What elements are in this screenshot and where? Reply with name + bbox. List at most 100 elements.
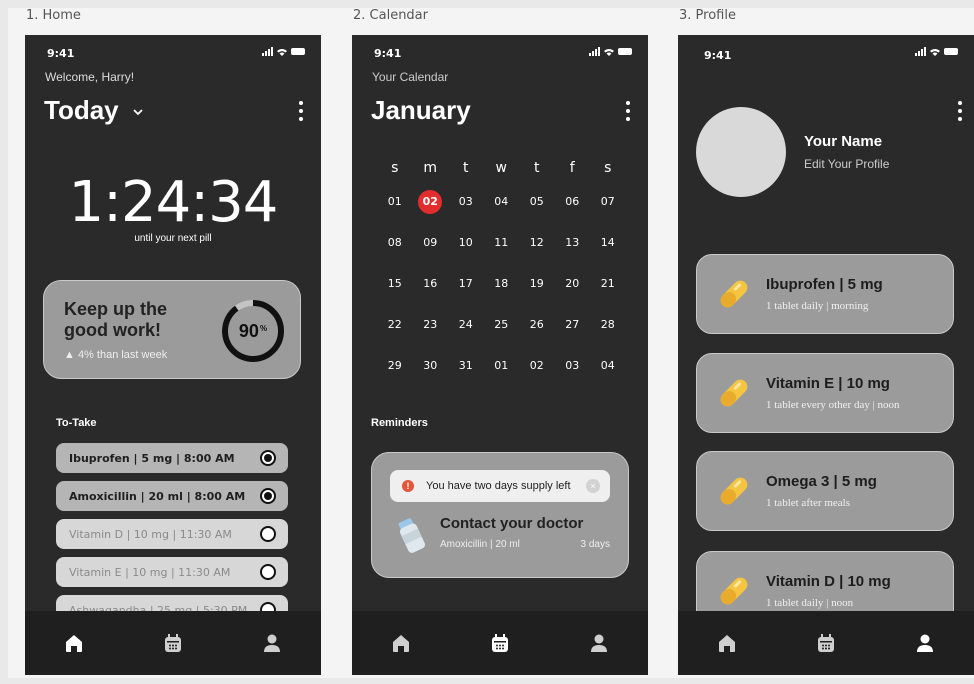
calendar-day-number: 12: [529, 236, 544, 249]
nav-home[interactable]: [54, 623, 94, 663]
weekday-label: t: [463, 160, 469, 176]
calendar-day[interactable]: 18: [484, 277, 520, 290]
to-take-label: Ibuprofen | 5 mg | 8:00 AM: [69, 451, 235, 465]
calendar-day[interactable]: 28: [590, 318, 626, 331]
close-icon[interactable]: ×: [586, 479, 600, 493]
calendar-day[interactable]: 07: [590, 195, 626, 208]
calendar-day-number: 02: [529, 359, 544, 372]
taken-radio[interactable]: [260, 488, 276, 504]
calendar-day[interactable]: 10: [448, 236, 484, 249]
month-title[interactable]: January: [371, 95, 471, 126]
day-selector[interactable]: Today: [44, 95, 144, 126]
calendar-day[interactable]: 26: [519, 318, 555, 331]
to-take-label: Vitamin E | 10 mg | 11:30 AM: [69, 565, 231, 579]
more-menu-icon[interactable]: [299, 101, 303, 121]
taken-radio[interactable]: [260, 564, 276, 580]
calendar-day-number: 03: [458, 195, 473, 208]
calendar-day[interactable]: 02: [519, 359, 555, 372]
calendar-day[interactable]: 12: [519, 236, 555, 249]
medication-dose: 1 tablet every other day | noon: [766, 399, 900, 411]
weekday-label: w: [495, 160, 507, 176]
avatar[interactable]: [696, 107, 786, 197]
nav-calendar[interactable]: [480, 623, 520, 663]
calendar-day[interactable]: 24: [448, 318, 484, 331]
calendar-day[interactable]: 04: [484, 195, 520, 208]
nav-profile[interactable]: [905, 623, 945, 663]
calendar-day[interactable]: 03: [555, 359, 591, 372]
medication-dose: 1 tablet daily | morning: [766, 300, 869, 312]
nav-profile[interactable]: [252, 623, 292, 663]
to-take-item[interactable]: Amoxicillin | 20 ml | 8:00 AM: [56, 481, 288, 511]
calendar-day[interactable]: 15: [377, 277, 413, 290]
reminder-title: Contact your doctor: [440, 515, 584, 532]
calendar-day-number: 07: [600, 195, 615, 208]
calendar-day[interactable]: 03: [448, 195, 484, 208]
nav-calendar[interactable]: [806, 623, 846, 663]
edit-profile-link[interactable]: Edit Your Profile: [804, 157, 889, 171]
to-take-item[interactable]: Ibuprofen | 5 mg | 8:00 AM: [56, 443, 288, 473]
medication-name: Vitamin E | 10 mg: [766, 375, 890, 392]
weekday-label: s: [391, 160, 399, 176]
taken-radio[interactable]: [260, 526, 276, 542]
calendar-day[interactable]: 31: [448, 359, 484, 372]
status-time: 9:41: [374, 47, 402, 60]
to-take-item[interactable]: Vitamin D | 10 mg | 11:30 AM: [56, 519, 288, 549]
calendar-day[interactable]: 11: [484, 236, 520, 249]
progress-title: Keep up the good work!: [64, 299, 168, 340]
medication-card[interactable]: Omega 3 | 5 mg 1 tablet after meals: [696, 451, 954, 531]
profile-icon: [916, 634, 933, 652]
calendar-day[interactable]: 05: [519, 195, 555, 208]
calendar-day-number: 01: [494, 359, 509, 372]
nav-home[interactable]: [381, 623, 421, 663]
calendar-day[interactable]: 04: [590, 359, 626, 372]
calendar-day-number: 21: [600, 277, 615, 290]
calendar-day[interactable]: 16: [413, 277, 449, 290]
weekday-label: s: [604, 160, 612, 176]
calendar-day-selected[interactable]: 02: [413, 189, 449, 214]
calendar-day[interactable]: 01: [377, 195, 413, 208]
calendar-week: 22 23 24 25 26 27 28: [377, 304, 639, 345]
calendar-day[interactable]: 13: [555, 236, 591, 249]
nav-calendar[interactable]: [153, 623, 193, 663]
reminder-card[interactable]: ! You have two days supply left × Contac…: [371, 452, 629, 578]
calendar-day[interactable]: 06: [555, 195, 591, 208]
more-menu-icon[interactable]: [626, 101, 630, 121]
calendar-day[interactable]: 25: [484, 318, 520, 331]
calendar-subtitle: Your Calendar: [372, 70, 449, 84]
calendar-day[interactable]: 20: [555, 277, 591, 290]
calendar-day[interactable]: 17: [448, 277, 484, 290]
weekday-label: m: [423, 160, 438, 176]
capsule-icon: [720, 477, 748, 505]
calendar-day[interactable]: 19: [519, 277, 555, 290]
calendar-day-number: 11: [494, 236, 509, 249]
calendar-day[interactable]: 01: [484, 359, 520, 372]
calendar-day[interactable]: 30: [413, 359, 449, 372]
calendar-day[interactable]: 21: [590, 277, 626, 290]
to-take-item[interactable]: Vitamin E | 10 mg | 11:30 AM: [56, 557, 288, 587]
profile-icon: [590, 634, 607, 652]
calendar-day[interactable]: 29: [377, 359, 413, 372]
taken-radio[interactable]: [260, 450, 276, 466]
calendar-day[interactable]: 09: [413, 236, 449, 249]
status-icons: [262, 47, 305, 56]
calendar-day[interactable]: 08: [377, 236, 413, 249]
calendar-day[interactable]: 23: [413, 318, 449, 331]
medication-name: Vitamin D | 10 mg: [766, 573, 891, 590]
more-menu-icon[interactable]: [958, 101, 962, 121]
calendar-day[interactable]: 14: [590, 236, 626, 249]
countdown-timer: 1:24:34: [68, 170, 279, 235]
nav-profile[interactable]: [579, 623, 619, 663]
nav-home[interactable]: [707, 623, 747, 663]
calendar-day-number: 25: [494, 318, 509, 331]
home-icon: [393, 635, 410, 652]
reminder-medication: Amoxicillin | 20 ml: [440, 539, 520, 550]
calendar-week: 15 16 17 18 19 20 21: [377, 263, 639, 304]
calendar-day[interactable]: 27: [555, 318, 591, 331]
status-icons: [589, 47, 632, 56]
calendar-day[interactable]: 22: [377, 318, 413, 331]
to-take-heading: To-Take: [56, 417, 97, 429]
medication-card[interactable]: Vitamin E | 10 mg 1 tablet every other da…: [696, 353, 954, 433]
medication-card[interactable]: Ibuprofen | 5 mg 1 tablet daily | morning: [696, 254, 954, 334]
calendar-day-number: 13: [565, 236, 580, 249]
calendar-day-number: 01: [387, 195, 402, 208]
